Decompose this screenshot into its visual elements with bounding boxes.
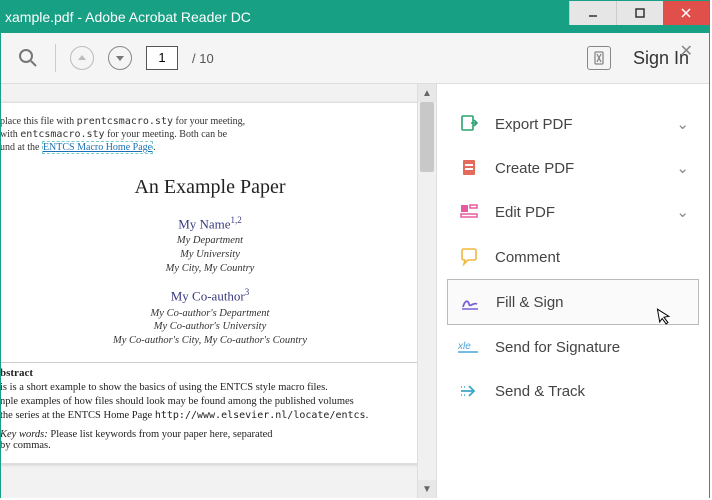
arrow-up-icon — [77, 53, 87, 63]
comment-icon — [457, 247, 481, 267]
tool-label: Edit PDF — [495, 204, 555, 221]
doc-title: An Example Paper — [1, 176, 417, 199]
chevron-down-icon: ⌄ — [676, 203, 689, 221]
tool-label: Send for Signature — [495, 339, 620, 356]
create-pdf-icon — [457, 158, 481, 178]
tool-export-pdf[interactable]: Export PDF ⌄ — [447, 102, 699, 146]
doc-abstract-header: bstract — [1, 362, 417, 379]
doc-affil-2: My Co-author's Department My Co-author's… — [1, 307, 417, 348]
minimize-button[interactable] — [569, 1, 616, 25]
doc-affil-1: My Department My University My City, My … — [1, 234, 417, 275]
arrow-down-icon — [115, 53, 125, 63]
page-total-label: / 10 — [192, 51, 214, 66]
title-bar: xample.pdf - Adobe Acrobat Reader DC — [1, 1, 709, 33]
tool-send-for-signature[interactable]: xle Send for Signature — [447, 325, 699, 369]
search-button[interactable] — [15, 45, 41, 71]
toolbar: 1 / 10 Sign In — [1, 33, 709, 84]
tool-label: Fill & Sign — [496, 294, 564, 311]
document-viewport[interactable]: place this file with prentcsmacro.sty fo… — [1, 84, 417, 498]
page-down-button[interactable] — [108, 46, 132, 70]
doc-keywords: Key words: Please list keywords from you… — [1, 429, 417, 451]
scroll-thumb[interactable] — [420, 102, 434, 172]
svg-text:xle: xle — [458, 341, 471, 352]
tool-fill-sign[interactable]: Fill & Sign — [447, 279, 699, 325]
tool-create-pdf[interactable]: Create PDF ⌄ — [447, 146, 699, 190]
fill-sign-icon — [458, 292, 482, 312]
tool-label: Create PDF — [495, 160, 574, 177]
chevron-down-icon: ⌄ — [676, 159, 689, 177]
tool-label: Comment — [495, 249, 560, 266]
send-track-icon — [457, 381, 481, 401]
maximize-button[interactable] — [616, 1, 663, 25]
vertical-scrollbar[interactable]: ▲ ▼ — [417, 84, 436, 498]
tool-send-track[interactable]: Send & Track — [447, 369, 699, 413]
doc-header-note: place this file with prentcsmacro.sty fo… — [1, 115, 417, 154]
tool-comment[interactable]: Comment — [447, 235, 699, 279]
export-pdf-icon — [457, 114, 481, 134]
search-icon — [18, 48, 38, 68]
doc-author-2: My Co-author3 — [1, 287, 417, 304]
doc-author-1: My Name1,2 — [1, 215, 417, 232]
send-signature-icon: xle — [457, 337, 481, 357]
scroll-up-arrow[interactable]: ▲ — [418, 84, 436, 102]
page-number-input[interactable]: 1 — [146, 46, 178, 70]
window-title: xample.pdf - Adobe Acrobat Reader DC — [1, 9, 251, 25]
entcs-link[interactable]: ENTCS Macro Home Page — [42, 141, 153, 154]
minimize-icon — [587, 7, 599, 19]
mobile-link-button[interactable] — [587, 46, 611, 70]
scroll-down-arrow[interactable]: ▼ — [418, 480, 436, 498]
maximize-icon — [634, 7, 646, 19]
panel-close-icon[interactable]: ✕ — [680, 41, 693, 61]
tool-label: Export PDF — [495, 116, 573, 133]
tool-label: Send & Track — [495, 383, 585, 400]
chevron-down-icon: ⌄ — [676, 115, 689, 133]
doc-abstract: is is a short example to show the basics… — [1, 381, 417, 424]
tools-panel: Export PDF ⌄ Create PDF ⌄ Edit PDF ⌄ — [436, 84, 709, 498]
app-window: xample.pdf - Adobe Acrobat Reader DC ✕ 1… — [0, 0, 710, 498]
window-controls — [569, 1, 709, 25]
tool-edit-pdf[interactable]: Edit PDF ⌄ — [447, 190, 699, 234]
close-icon — [680, 7, 692, 19]
edit-pdf-icon — [457, 202, 481, 222]
toolbar-divider — [55, 44, 56, 72]
main-area: place this file with prentcsmacro.sty fo… — [1, 84, 709, 498]
page-up-button[interactable] — [70, 46, 94, 70]
mobile-icon — [592, 51, 606, 65]
document-page: place this file with prentcsmacro.sty fo… — [1, 102, 417, 464]
close-button[interactable] — [663, 1, 709, 25]
